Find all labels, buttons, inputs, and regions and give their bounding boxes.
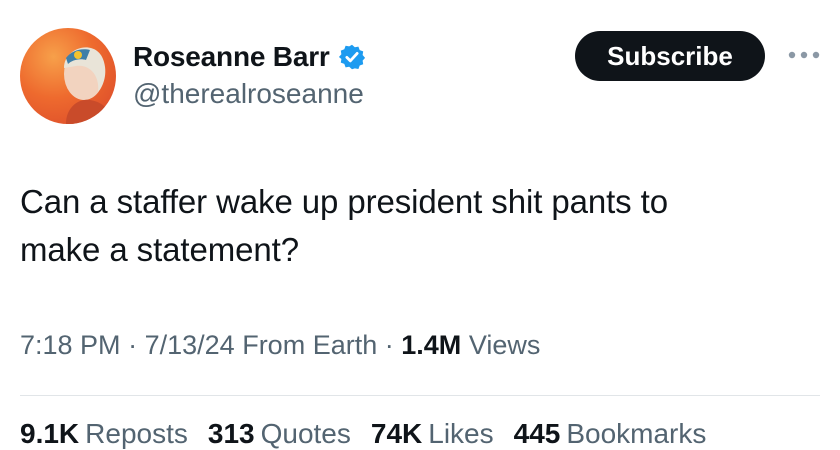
stat-quotes[interactable]: 313 Quotes [208,418,351,450]
tweet-time[interactable]: 7:18 PM [20,330,121,360]
tweet-text-line-2: make a statement? [20,231,299,268]
views-count: 1.4M [401,330,462,360]
stat-label: Likes [428,418,494,449]
more-horizontal-icon [788,51,820,59]
tweet-date[interactable]: 7/13/24 [145,330,235,360]
engagement-stats: 9.1K Reposts 313 Quotes 74K Likes 445 Bookma… [20,418,706,450]
stat-count: 74K [370,418,423,449]
tweet-text: Can a staffer wake up president shit pan… [20,178,810,274]
avatar-image [64,47,112,124]
stat-count: 313 [207,418,255,449]
stat-count: 9.1K [20,418,80,449]
stat-likes[interactable]: 74K Likes [371,418,494,450]
meta-separator: · [128,330,138,360]
tweet-meta: 7:18 PM · 7/13/24 From Earth · 1.4M View… [20,330,540,361]
stat-count: 445 [513,418,561,449]
avatar[interactable] [20,28,116,124]
tweet-source: From Earth [242,330,378,360]
author-name-row: Roseanne Barr [133,37,366,77]
more-options-button[interactable] [784,40,824,70]
divider [20,395,820,396]
author-handle[interactable]: @therealroseanne [133,78,364,110]
stat-bookmarks[interactable]: 445 Bookmarks [514,418,707,450]
views-label: Views [468,330,541,360]
stat-label: Quotes [260,418,351,449]
stat-label: Bookmarks [566,418,707,449]
verified-badge-icon[interactable] [338,43,366,71]
stat-reposts[interactable]: 9.1K Reposts [20,418,188,450]
meta-separator: · [384,330,394,360]
stat-label: Reposts [85,418,188,449]
author-name[interactable]: Roseanne Barr [133,41,330,73]
subscribe-button[interactable]: Subscribe [575,31,765,81]
tweet-text-line-1: Can a staffer wake up president shit pan… [20,183,668,220]
